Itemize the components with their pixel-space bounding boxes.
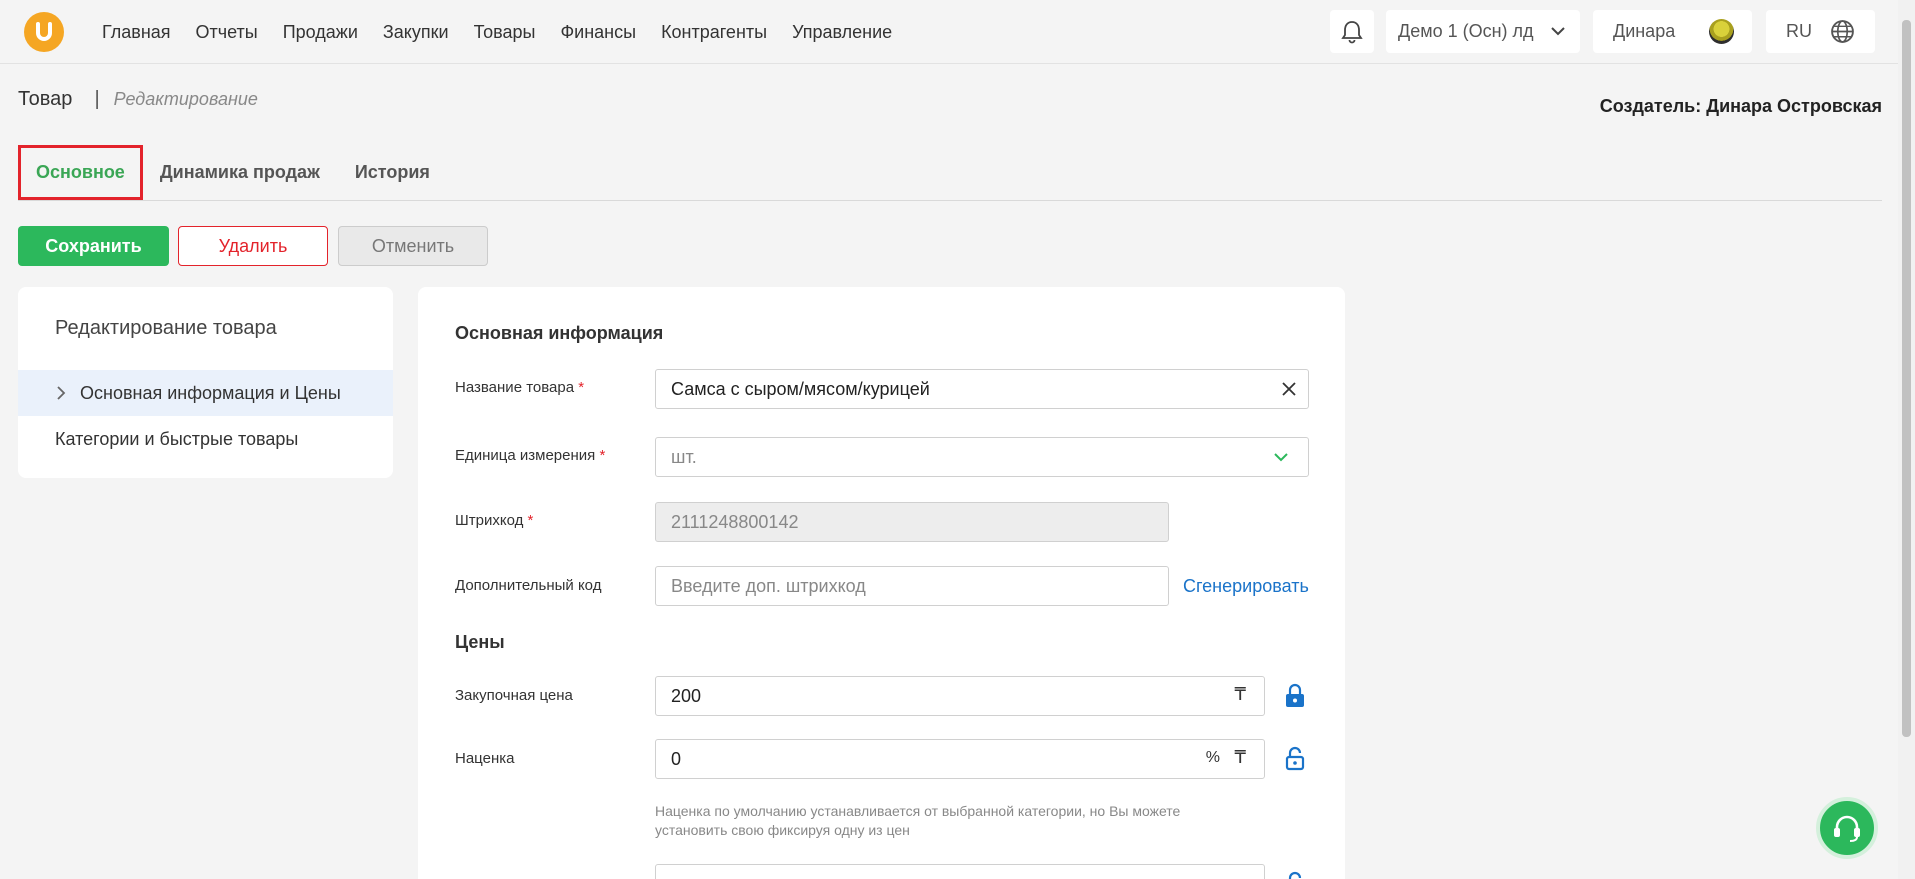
delete-button[interactable]: Удалить [178,226,328,266]
language-selector[interactable]: RU [1766,10,1875,53]
purchase-price-label: Закупочная цена [455,687,573,704]
currency-icon: ₸ [1234,684,1246,704]
save-button[interactable]: Сохранить [18,226,169,266]
generate-code-link[interactable]: Сгенерировать [1183,576,1309,597]
notifications-button[interactable] [1330,10,1374,53]
chevron-right-icon [57,386,66,400]
nav-item-reports[interactable]: Отчеты [196,22,258,43]
sidebar-item-basic-info[interactable]: Основная информация и Цены [18,370,393,416]
creator-info: Создатель: Динара Островская [1599,96,1882,116]
top-bar: Главная Отчеты Продажи Закупки Товары Фи… [0,0,1898,64]
breadcrumb-current: Редактирование [113,89,258,109]
close-icon[interactable] [1280,380,1298,398]
sidebar-item-label: Основная информация и Цены [80,382,341,403]
barcode-field: 2111248800142 [655,502,1169,542]
product-name-label: Название товара * [455,379,585,396]
purchase-price-value: 200 [671,685,702,706]
user-name: Динара [1613,21,1676,41]
nav-item-counterparties[interactable]: Контрагенты [661,22,767,43]
barcode-value: 2111248800142 [671,511,799,532]
tab-main[interactable]: Основное [18,145,143,200]
purchase-price-input[interactable]: 200 ₸ [655,676,1265,716]
bell-icon [1341,20,1363,43]
product-name-value: Самса с сыром/мясом/курицей [671,378,930,399]
nav-item-products[interactable]: Товары [474,22,536,43]
language-code: RU [1786,21,1812,41]
sidebar-item-categories[interactable]: Категории и быстрые товары [18,416,393,462]
barcode-label: Штрихкод * [455,512,534,529]
breadcrumb-separator: | [94,88,100,110]
user-menu[interactable]: Динара [1593,10,1752,53]
product-name-input[interactable]: Самса с сыром/мясом/курицей [655,369,1309,409]
headset-icon [1834,815,1860,842]
breadcrumb: Товар | Редактирование [18,88,258,111]
tab-history[interactable]: История [355,162,430,183]
company-selector[interactable]: Демо 1 (Осн) лд [1386,10,1580,53]
unit-value: шт. [671,446,697,467]
next-price-input[interactable] [655,864,1265,879]
main-nav: Главная Отчеты Продажи Закупки Товары Фи… [102,0,917,64]
product-form: Основная информация Название товара * Са… [418,287,1345,879]
globe-icon [1831,20,1854,43]
company-name: Демо 1 (Осн) лд [1398,21,1534,41]
nav-item-finance[interactable]: Финансы [560,22,636,43]
nav-item-purchases[interactable]: Закупки [383,22,449,43]
tab-sales-dynamics[interactable]: Динамика продаж [160,162,320,183]
tab-bar: Основное Динамика продаж История [18,145,1882,201]
extra-code-placeholder: Введите доп. штрихкод [671,575,866,596]
page-scrollbar[interactable] [1898,0,1915,879]
chevron-down-icon [1551,27,1565,36]
required-mark: * [578,379,585,396]
unit-select[interactable]: шт. [655,437,1309,477]
app-logo[interactable] [24,12,64,52]
required-mark: * [527,512,534,529]
section-title-main: Основная информация [455,323,664,343]
nav-item-sales[interactable]: Продажи [283,22,358,43]
markup-value: 0 [671,748,682,769]
lock-open-icon[interactable] [1284,746,1306,772]
extra-code-input[interactable]: Введите доп. штрихкод [655,566,1169,606]
edit-sections-panel: Редактирование товара Основная информаци… [18,287,393,478]
markup-hint: Наценка по умолчанию устанавливается от … [655,803,1181,838]
logo-u-icon [36,22,52,41]
nav-item-management[interactable]: Управление [792,22,892,43]
panel-title: Редактирование товара [55,317,277,339]
required-mark: * [599,447,606,464]
section-title-prices: Цены [455,632,505,652]
currency-toggle[interactable]: ₸ [1235,747,1246,768]
chevron-down-icon [1274,453,1288,462]
markup-input[interactable]: 0 % ₸ [655,739,1265,779]
sidebar-item-label: Категории и быстрые товары [55,428,299,449]
extra-code-label: Дополнительный код [455,577,602,594]
percent-toggle[interactable]: % [1206,749,1220,767]
scrollbar-thumb[interactable] [1902,20,1911,737]
lock-open-icon[interactable] [1284,871,1306,879]
cancel-button[interactable]: Отменить [338,226,488,266]
breadcrumb-title[interactable]: Товар [18,88,72,111]
avatar [1709,19,1734,44]
unit-label: Единица измерения * [455,447,606,464]
lock-closed-icon[interactable] [1284,683,1306,709]
markup-label: Наценка [455,750,515,767]
nav-item-home[interactable]: Главная [102,22,171,43]
support-chat-button[interactable] [1816,797,1878,859]
